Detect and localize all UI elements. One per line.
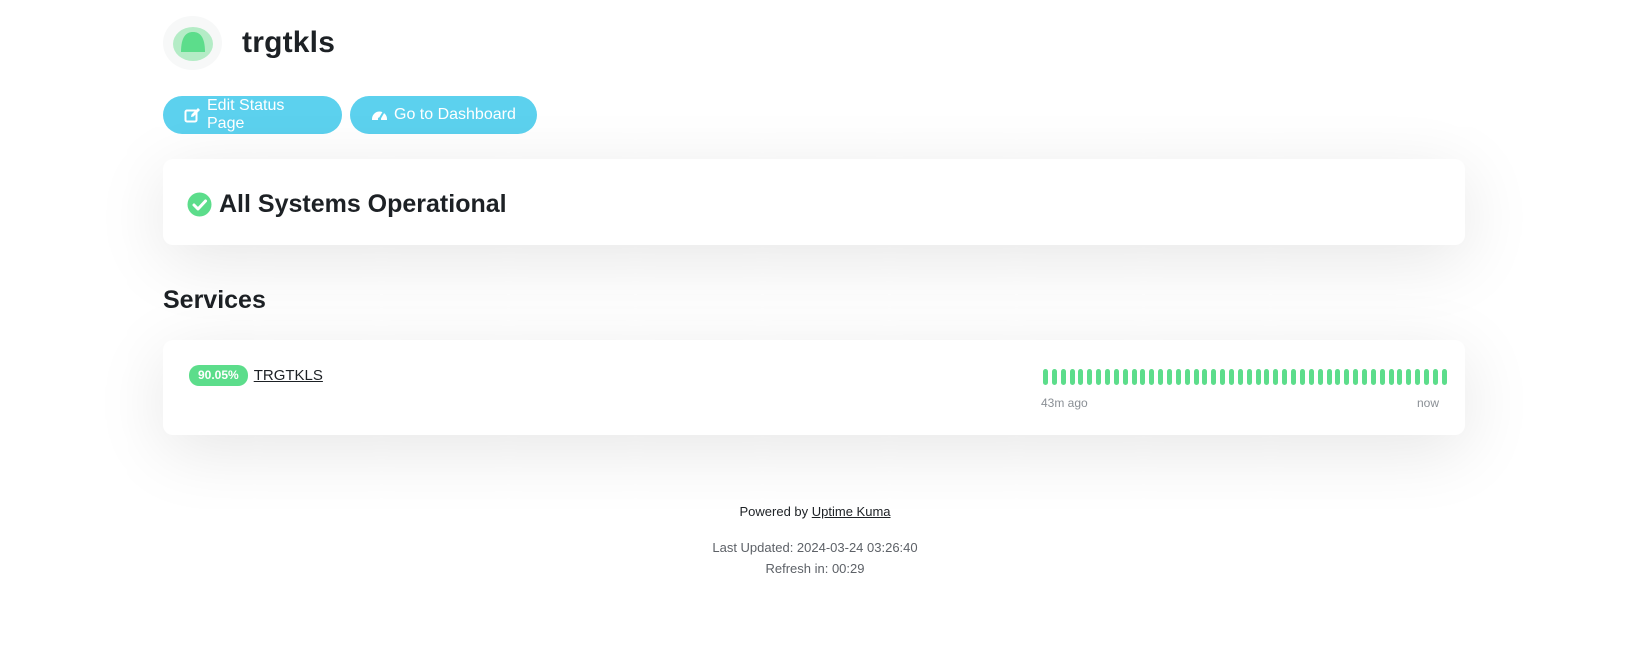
- go-to-dashboard-label: Go to Dashboard: [394, 106, 516, 123]
- edit-icon: [184, 107, 201, 124]
- heartbeat-beat[interactable]: [1131, 369, 1137, 385]
- heartbeat-beat[interactable]: [1193, 369, 1199, 385]
- refresh-countdown: Refresh in: 00:29: [765, 561, 865, 576]
- heartbeat-beat[interactable]: [1264, 369, 1270, 385]
- service-item: 90.05% TRGTKLS: [189, 365, 323, 386]
- heartbeat-beat[interactable]: [1087, 369, 1093, 385]
- heartbeat-beat[interactable]: [1423, 369, 1429, 385]
- heartbeat-beat[interactable]: [1370, 369, 1376, 385]
- heartbeat-beat[interactable]: [1388, 369, 1394, 385]
- heartbeat-beat[interactable]: [1317, 369, 1323, 385]
- powered-by: Powered by Uptime Kuma: [0, 504, 1630, 519]
- heartbeat-beat[interactable]: [1335, 369, 1341, 385]
- heartbeat-beat[interactable]: [1237, 369, 1243, 385]
- heartbeat-beat[interactable]: [1344, 369, 1350, 385]
- heartbeat-beat[interactable]: [1202, 369, 1208, 385]
- heartbeat-beat[interactable]: [1140, 369, 1146, 385]
- go-to-dashboard-button[interactable]: Go to Dashboard: [350, 96, 537, 134]
- heartbeat-beat[interactable]: [1326, 369, 1332, 385]
- heartbeat-beat[interactable]: [1273, 369, 1279, 385]
- heartbeat-beat[interactable]: [1149, 369, 1155, 385]
- heartbeat-range-end: now: [1416, 396, 1439, 410]
- heartbeat-beat[interactable]: [1078, 369, 1084, 385]
- check-circle-icon: [187, 192, 212, 217]
- heartbeat-beat[interactable]: [1229, 369, 1235, 385]
- service-group-card: 90.05% TRGTKLS 43m ago now: [163, 340, 1465, 435]
- heartbeat-beat[interactable]: [1308, 369, 1314, 385]
- heartbeat-beat[interactable]: [1441, 369, 1447, 385]
- heartbeat-beat[interactable]: [1122, 369, 1128, 385]
- status-page: trgtkls Edit Status Page Go to Dashboard: [0, 0, 1640, 651]
- heartbeat-beat[interactable]: [1175, 369, 1181, 385]
- edit-status-page-button[interactable]: Edit Status Page: [163, 96, 342, 134]
- heartbeat-beat[interactable]: [1069, 369, 1075, 385]
- page-header: trgtkls: [163, 16, 335, 70]
- heartbeat-beat[interactable]: [1158, 369, 1164, 385]
- edit-status-page-label: Edit Status Page: [207, 97, 285, 132]
- heartbeat-beat[interactable]: [1043, 369, 1048, 385]
- heartbeat-beat[interactable]: [1361, 369, 1367, 385]
- heartbeat-beat[interactable]: [1406, 369, 1412, 385]
- heartbeat-beat[interactable]: [1051, 369, 1057, 385]
- service-name-link[interactable]: TRGTKLS: [254, 367, 323, 384]
- heartbeat-beat[interactable]: [1255, 369, 1261, 385]
- heartbeat-beat[interactable]: [1282, 369, 1288, 385]
- heartbeat-bar: [1043, 369, 1447, 385]
- heartbeat-beat[interactable]: [1432, 369, 1438, 385]
- heartbeat-beat[interactable]: [1246, 369, 1252, 385]
- heartbeat-beat[interactable]: [1184, 369, 1190, 385]
- heartbeat-beat[interactable]: [1167, 369, 1173, 385]
- action-buttons: Edit Status Page Go to Dashboard: [163, 96, 545, 134]
- heartbeat-beat[interactable]: [1299, 369, 1305, 385]
- heartbeat-beat[interactable]: [1105, 369, 1111, 385]
- heartbeat-beat[interactable]: [1220, 369, 1226, 385]
- powered-by-prefix: Powered by: [739, 504, 809, 519]
- heartbeat-beat[interactable]: [1096, 369, 1102, 385]
- overall-status: All Systems Operational: [187, 190, 507, 219]
- uptime-kuma-link[interactable]: Uptime Kuma: [812, 504, 891, 519]
- dashboard-gauge-icon: [371, 107, 388, 124]
- uptime-badge: 90.05%: [189, 365, 248, 386]
- heartbeat-range-start: 43m ago: [1041, 396, 1088, 410]
- overall-status-card: All Systems Operational: [163, 159, 1465, 245]
- heartbeat-beat[interactable]: [1211, 369, 1217, 385]
- status-page-logo-icon: [163, 16, 222, 70]
- heartbeat-beat[interactable]: [1291, 369, 1297, 385]
- last-updated: Last Updated: 2024-03-24 03:26:40: [712, 540, 918, 555]
- page-title: trgtkls: [242, 26, 336, 59]
- services-section-title: Services: [163, 286, 266, 314]
- heartbeat-beat[interactable]: [1113, 369, 1119, 385]
- heartbeat-beat[interactable]: [1379, 369, 1385, 385]
- heartbeat-beat[interactable]: [1415, 369, 1421, 385]
- heartbeat-beat[interactable]: [1060, 369, 1066, 385]
- heartbeat-beat[interactable]: [1353, 369, 1359, 385]
- heartbeat-beat[interactable]: [1397, 369, 1403, 385]
- overall-status-text: All Systems Operational: [219, 190, 507, 218]
